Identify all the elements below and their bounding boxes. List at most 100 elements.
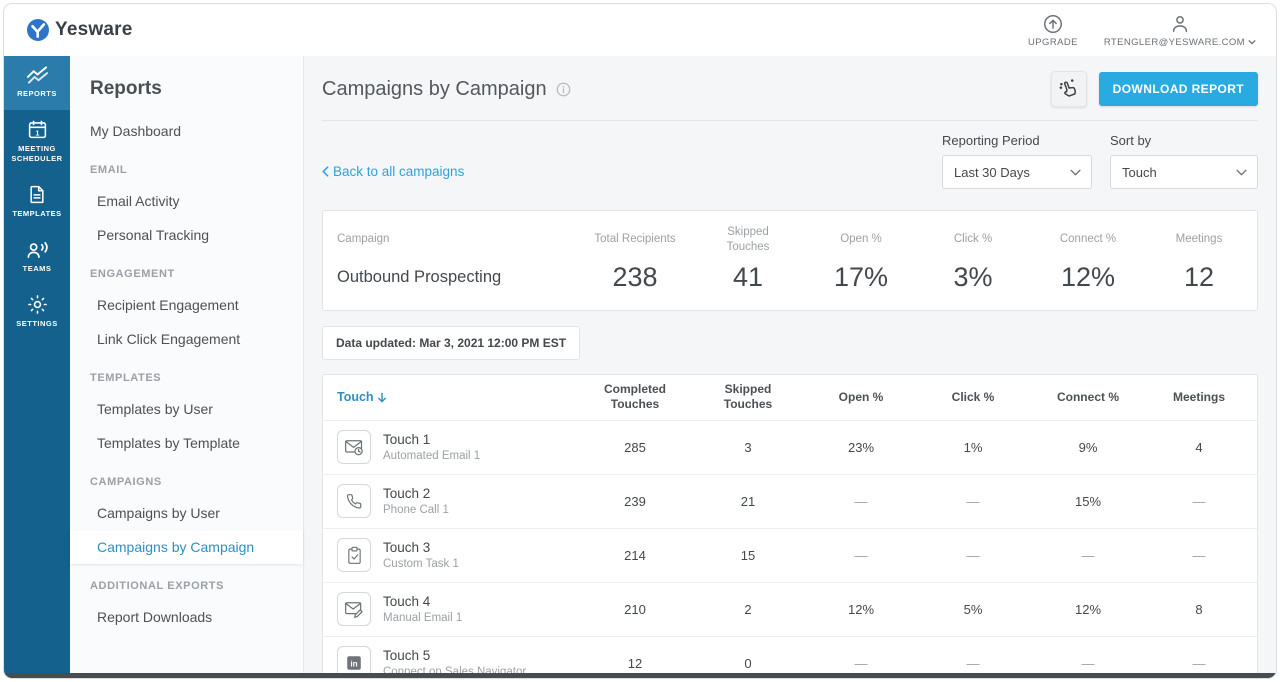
click-pct-value: 5% bbox=[963, 601, 983, 617]
brand-name: Yesware bbox=[55, 19, 133, 40]
yesware-logo[interactable]: Yesware bbox=[26, 18, 132, 42]
gear-icon bbox=[27, 294, 48, 315]
sidebar-item-recipient-engagement[interactable]: Recipient Engagement bbox=[70, 288, 303, 322]
meetings-value: — bbox=[1192, 655, 1206, 671]
sidebar-item-personal-tracking[interactable]: Personal Tracking bbox=[70, 218, 303, 252]
sidebar-item-email-activity[interactable]: Email Activity bbox=[70, 184, 303, 218]
reporting-period-label: Reporting Period bbox=[942, 133, 1040, 148]
rail-item-templates[interactable]: TEMPLATES bbox=[4, 175, 70, 230]
completed-touches-value: 285 bbox=[624, 439, 646, 455]
upgrade-icon bbox=[1042, 13, 1064, 35]
svg-text:in: in bbox=[350, 660, 357, 669]
table-row-touch-3[interactable]: Touch 3 Custom Task 1 214 15 — — — — bbox=[323, 527, 1257, 582]
open-pct-value: — bbox=[854, 493, 868, 509]
product-tour-button[interactable] bbox=[1050, 71, 1087, 107]
sidebar-item-report-downloads[interactable]: Report Downloads bbox=[70, 600, 303, 634]
table-row-touch-1[interactable]: Touch 1 Automated Email 1 285 3 23% 1% 9… bbox=[323, 419, 1257, 474]
chevron-left-icon bbox=[322, 166, 329, 177]
sidebar-item-my-dashboard[interactable]: My Dashboard bbox=[70, 114, 303, 148]
back-to-all-campaigns-link[interactable]: Back to all campaigns bbox=[322, 164, 464, 179]
completed-touches-value: 210 bbox=[624, 601, 646, 617]
column-header-completed-touches[interactable]: Completed Touches bbox=[579, 382, 691, 413]
rail-item-reports[interactable]: REPORTS bbox=[4, 56, 70, 111]
sidebar-section-additional-exports: ADDITIONAL EXPORTS bbox=[90, 580, 225, 592]
reports-sidebar: Reports My Dashboard EMAIL Email Activit… bbox=[70, 56, 304, 673]
meetings-value: 8 bbox=[1195, 601, 1203, 617]
sidebar-item-campaigns-by-user[interactable]: Campaigns by User bbox=[70, 496, 303, 530]
main-content: Campaigns by Campaign DOWNLOAD REPORT Ba… bbox=[304, 56, 1276, 678]
column-header-connect[interactable]: Connect % bbox=[1029, 390, 1147, 406]
people-icon bbox=[26, 240, 49, 260]
summary-campaign-name: Outbound Prospecting bbox=[337, 267, 502, 286]
chevron-down-icon bbox=[1248, 39, 1256, 45]
sidebar-title: Reports bbox=[90, 78, 162, 99]
connect-pct-value: 12% bbox=[1074, 601, 1102, 617]
completed-touches-value: 12 bbox=[627, 655, 643, 671]
column-header-touch[interactable]: Touch bbox=[337, 389, 579, 405]
column-header-skipped-touches[interactable]: Skipped Touches bbox=[691, 382, 805, 413]
completed-touches-value: 239 bbox=[624, 493, 646, 509]
column-header-click[interactable]: Click % bbox=[917, 390, 1029, 406]
sidebar-item-campaigns-by-campaign[interactable]: Campaigns by Campaign bbox=[70, 530, 303, 564]
touch-subtitle: Manual Email 1 bbox=[383, 612, 463, 625]
reporting-period-select[interactable]: Last 30 Days bbox=[942, 155, 1092, 189]
meetings-value: — bbox=[1192, 493, 1206, 509]
column-header-open[interactable]: Open % bbox=[805, 390, 917, 406]
tap-hand-icon bbox=[1058, 78, 1079, 100]
download-report-button[interactable]: DOWNLOAD REPORT bbox=[1098, 72, 1258, 106]
summary-connect-pct: 12% bbox=[1060, 261, 1116, 292]
sort-down-icon bbox=[377, 392, 387, 403]
open-pct-value: — bbox=[854, 547, 868, 563]
sidebar-section-templates: TEMPLATES bbox=[90, 372, 162, 384]
touch-subtitle: Automated Email 1 bbox=[383, 450, 481, 463]
document-icon bbox=[27, 184, 47, 205]
page-title: Campaigns by Campaign bbox=[322, 77, 547, 100]
summary-header-open: Open % bbox=[840, 233, 882, 246]
window-bottom-edge bbox=[4, 673, 1276, 678]
table-row-touch-4[interactable]: Touch 4 Manual Email 1 210 2 12% 5% 12% … bbox=[323, 581, 1257, 636]
sidebar-item-link-click-engagement[interactable]: Link Click Engagement bbox=[70, 322, 303, 356]
line-chart-icon bbox=[26, 65, 49, 85]
custom-task-icon bbox=[337, 538, 371, 573]
table-row-touch-2[interactable]: Touch 2 Phone Call 1 239 21 — — 15% — bbox=[323, 473, 1257, 528]
connect-pct-value: 9% bbox=[1078, 439, 1098, 455]
chevron-down-icon bbox=[1236, 169, 1247, 176]
sort-by-select[interactable]: Touch bbox=[1110, 155, 1258, 189]
touch-title: Touch 1 bbox=[383, 432, 431, 448]
rail-item-settings[interactable]: SETTINGS bbox=[4, 285, 70, 340]
touch-title: Touch 4 bbox=[383, 594, 431, 610]
info-icon[interactable] bbox=[556, 82, 571, 97]
skipped-touches-value: 3 bbox=[744, 439, 752, 455]
sort-by-label: Sort by bbox=[1110, 133, 1152, 148]
summary-header-skipped-touches: Skipped Touches bbox=[726, 226, 770, 253]
connect-pct-value: 15% bbox=[1074, 493, 1102, 509]
sidebar-item-templates-by-user[interactable]: Templates by User bbox=[70, 392, 303, 426]
completed-touches-value: 214 bbox=[624, 547, 646, 563]
automated-email-icon bbox=[337, 430, 371, 465]
click-pct-value: — bbox=[966, 547, 980, 563]
user-icon bbox=[1169, 13, 1191, 35]
account-menu[interactable]: RTENGLER@YESWARE.COM bbox=[1104, 13, 1256, 48]
summary-skipped-touches: 41 bbox=[732, 261, 764, 292]
rail-item-meeting-scheduler[interactable]: 1 MEETING SCHEDULER bbox=[4, 110, 70, 175]
app-window: Yesware UPGRADE RTENGLER@YESWARE.COM REP… bbox=[3, 3, 1277, 679]
sidebar-item-templates-by-template[interactable]: Templates by Template bbox=[70, 426, 303, 460]
open-pct-value: 23% bbox=[847, 439, 875, 455]
account-email: RTENGLER@YESWARE.COM bbox=[1103, 36, 1245, 48]
touch-subtitle: Phone Call 1 bbox=[383, 504, 449, 517]
yesware-logo-icon bbox=[26, 18, 50, 42]
summary-click-pct: 3% bbox=[953, 261, 993, 292]
sidebar-section-engagement: ENGAGEMENT bbox=[90, 268, 175, 280]
skipped-touches-value: 2 bbox=[744, 601, 752, 617]
upgrade-button[interactable]: UPGRADE bbox=[1028, 13, 1078, 48]
sidebar-section-campaigns: CAMPAIGNS bbox=[90, 476, 162, 488]
rail-item-teams[interactable]: TEAMS bbox=[4, 231, 70, 285]
summary-header-connect: Connect % bbox=[1059, 233, 1117, 246]
column-header-meetings[interactable]: Meetings bbox=[1147, 390, 1251, 406]
sidebar-section-email: EMAIL bbox=[90, 164, 128, 176]
filter-row: Back to all campaigns Reporting Period L… bbox=[322, 121, 1258, 189]
touch-subtitle: Custom Task 1 bbox=[383, 558, 459, 571]
topbar: Yesware UPGRADE RTENGLER@YESWARE.COM bbox=[4, 4, 1276, 56]
summary-header-total-recipients: Total Recipients bbox=[594, 233, 676, 246]
click-pct-value: 1% bbox=[963, 439, 983, 455]
